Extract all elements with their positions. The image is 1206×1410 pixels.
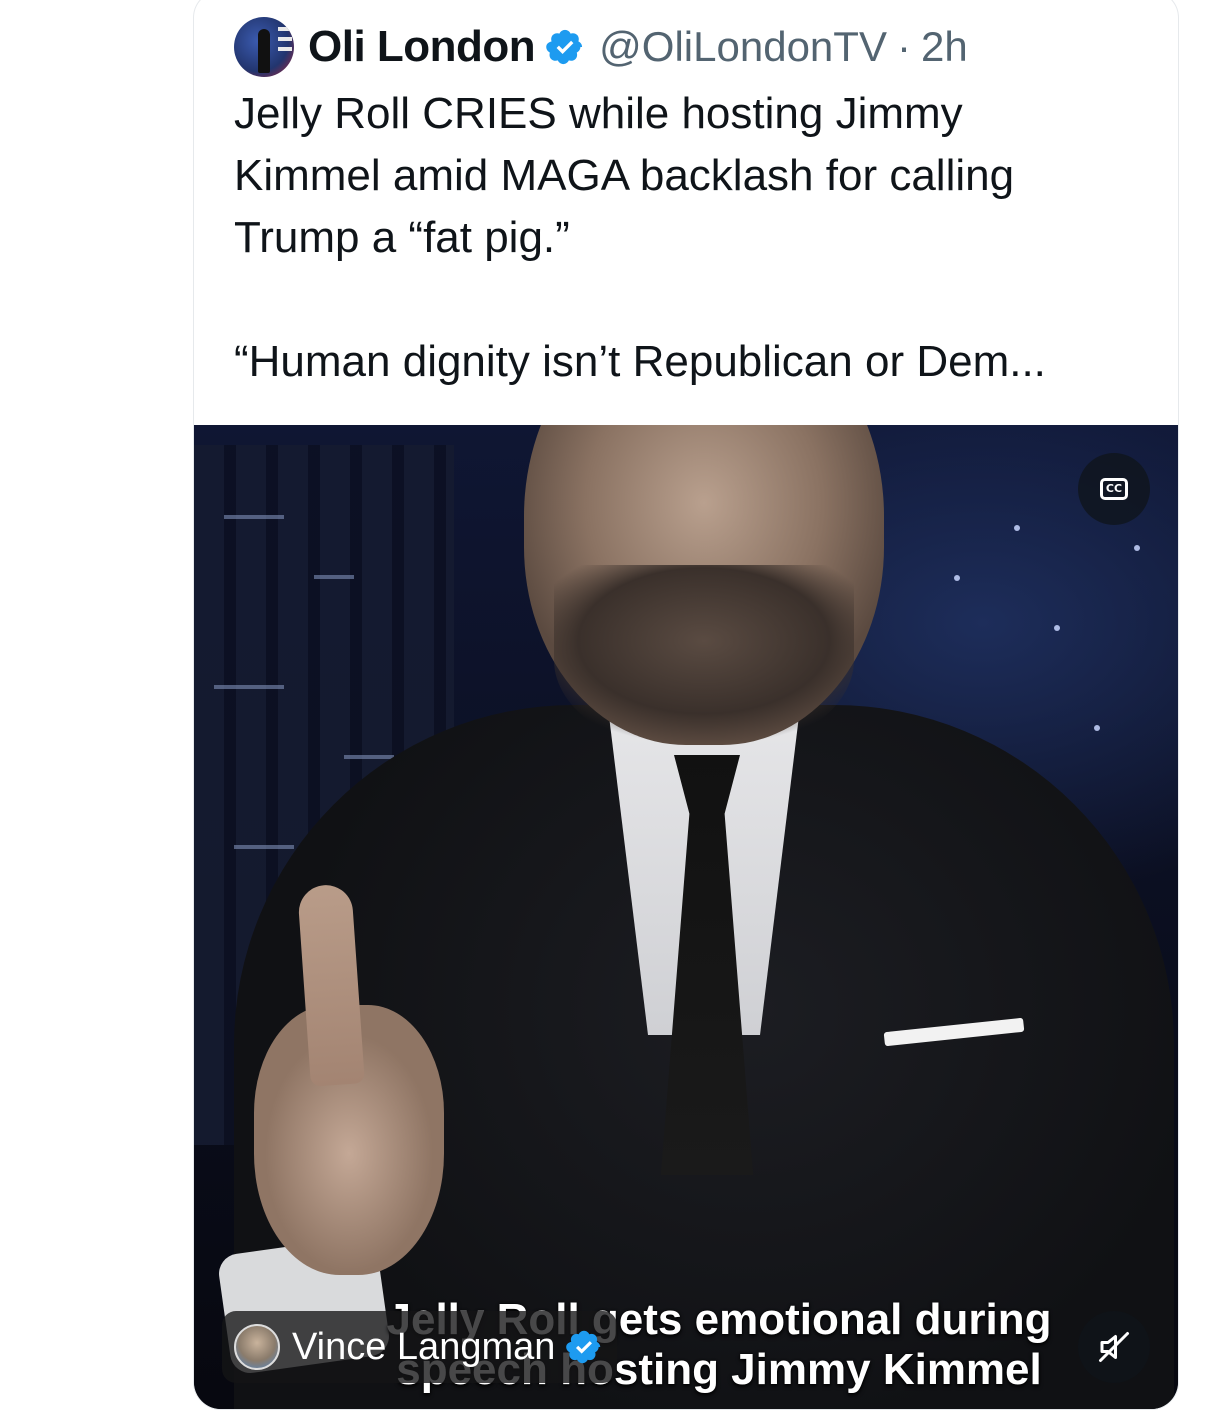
- speaker-muted-icon: [1099, 1332, 1129, 1362]
- person-beard: [554, 565, 854, 755]
- verified-badge-icon: [546, 29, 583, 65]
- tweet-header: Oli London @OliLondonTV · 2h: [234, 15, 968, 79]
- verified-badge-icon: [566, 1330, 601, 1364]
- tweet-timestamp[interactable]: 2h: [921, 23, 968, 71]
- tagged-user-pill[interactable]: Vince Langman: [222, 1311, 618, 1383]
- tweet-card[interactable]: Oli London @OliLondonTV · 2h Jelly Roll …: [193, 0, 1179, 1410]
- author-name[interactable]: Oli London: [308, 22, 536, 72]
- mute-toggle-button[interactable]: [1078, 1311, 1150, 1383]
- video-player[interactable]: CC Jelly Roll gets emotional during spee…: [194, 425, 1178, 1409]
- tagged-user-name: Vince Langman: [292, 1325, 556, 1368]
- author-handle[interactable]: @OliLondonTV: [599, 23, 887, 71]
- author-avatar[interactable]: [234, 17, 294, 77]
- separator-dot: ·: [896, 23, 911, 70]
- tweet-text[interactable]: Jelly Roll CRIES while hosting Jimmy Kim…: [234, 83, 1154, 393]
- captions-button[interactable]: CC: [1078, 453, 1150, 525]
- tagged-user-avatar: [234, 1324, 280, 1370]
- closed-captions-icon: CC: [1100, 478, 1128, 500]
